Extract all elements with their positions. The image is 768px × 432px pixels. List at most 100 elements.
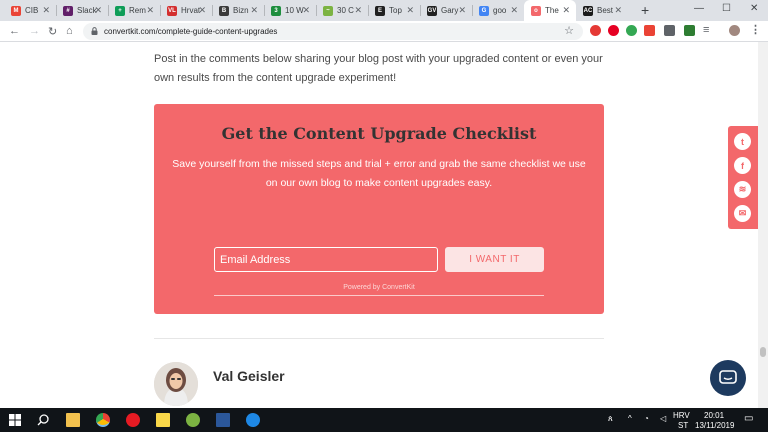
extension-icon[interactable] — [590, 25, 601, 36]
menu-icon[interactable]: ≡ — [703, 24, 709, 36]
extension-icon[interactable] — [684, 25, 695, 36]
windows-taskbar: ጰ ^ ◔ ◁ HRV ST 20:01 13/11/2019 ▭ — [0, 408, 768, 432]
home-icon[interactable]: ⌂ — [66, 25, 73, 37]
browser-tab[interactable]: 3 10 W ✕ — [264, 0, 316, 21]
language-layout[interactable]: ST — [678, 421, 688, 430]
scrollbar-thumb[interactable] — [760, 347, 766, 357]
network-icon[interactable]: ◔ — [644, 414, 649, 423]
chevron-up-icon[interactable]: ^ — [628, 414, 632, 423]
email-icon[interactable]: ✉ — [734, 205, 751, 222]
divider — [154, 338, 604, 339]
close-tab-icon[interactable]: ✕ — [354, 5, 362, 16]
pinterest-icon[interactable] — [608, 25, 619, 36]
browser-tab[interactable]: Ggoo ✕ — [472, 0, 524, 21]
tab-separator — [472, 5, 473, 16]
tab-favicon-icon: E — [375, 5, 385, 16]
tab-separator — [368, 5, 369, 16]
powered-by-link[interactable]: Powered by ConvertKit — [154, 284, 604, 291]
chat-launcher-button[interactable] — [710, 360, 746, 396]
minimize-button[interactable]: — — [694, 3, 704, 14]
browser-tab[interactable]: ~30 C ✕ — [316, 0, 368, 21]
tab-favicon-icon: 3 — [271, 5, 281, 16]
extension-icon[interactable] — [626, 25, 637, 36]
scrollbar[interactable] — [758, 42, 768, 408]
browser-tab[interactable]: E Top ✕ — [368, 0, 420, 21]
clock-date[interactable]: 13/11/2019 — [695, 421, 734, 430]
tab-favicon-icon: # — [63, 5, 73, 16]
more-options-icon[interactable]: ⋮ — [750, 23, 761, 36]
extension-icon[interactable] — [664, 25, 675, 36]
windows-start-icon[interactable] — [8, 413, 22, 427]
shield-icon[interactable] — [644, 25, 655, 36]
search-icon[interactable] — [36, 413, 50, 427]
forward-icon[interactable]: → — [29, 25, 40, 37]
tab-separator — [108, 5, 109, 16]
buffer-icon[interactable]: ≋ — [734, 181, 751, 198]
app-icon[interactable] — [246, 413, 260, 427]
tab-favicon-icon: VL — [167, 5, 177, 16]
browser-tab[interactable]: + Rem ✕ — [108, 0, 160, 21]
address-bar[interactable]: convertkit.com/complete-guide-content-up… — [83, 23, 583, 40]
close-tab-icon[interactable]: ✕ — [198, 5, 206, 16]
lock-icon — [91, 27, 98, 35]
browser-tab[interactable]: o The ✕ — [524, 0, 576, 21]
tab-favicon-icon: AC — [583, 5, 593, 16]
word-icon[interactable] — [216, 413, 230, 427]
browser-toolbar: ← → ↻ ⌂ convertkit.com/complete-guide-co… — [0, 21, 768, 42]
browser-tab[interactable]: VL Hrvat ✕ — [160, 0, 212, 21]
people-icon[interactable]: ጰ — [608, 414, 613, 424]
tab-favicon-icon: M — [11, 5, 21, 16]
optin-form: Get the Content Upgrade Checklist Save y… — [154, 104, 604, 314]
file-explorer-icon[interactable] — [66, 413, 80, 427]
close-tab-icon[interactable]: ✕ — [250, 5, 258, 16]
opera-icon[interactable] — [126, 413, 140, 427]
browser-tab[interactable]: M CIB ✕ — [4, 0, 56, 21]
close-tab-icon[interactable]: ✕ — [302, 5, 310, 16]
divider — [214, 295, 544, 296]
browser-tab-bar: M CIB ✕ # Slack ✕ + Rem ✕ VL Hrvat ✕ B Bizn ✕ 3 10 W ✕ ~30… — [0, 0, 768, 21]
facebook-icon[interactable]: f — [734, 157, 751, 174]
browser-tab[interactable]: # Slack ✕ — [56, 0, 108, 21]
language-indicator[interactable]: HRV — [673, 411, 690, 420]
optin-description: Save yourself from the missed steps and … — [172, 158, 586, 189]
tab-separator — [212, 5, 213, 16]
chat-icon — [719, 370, 737, 384]
browser-tab[interactable]: GV Gary ✕ — [420, 0, 472, 21]
clock-time[interactable]: 20:01 — [704, 411, 724, 420]
close-tab-icon[interactable]: ✕ — [510, 5, 518, 16]
profile-avatar[interactable] — [729, 25, 740, 36]
close-tab-icon[interactable]: ✕ — [406, 5, 414, 16]
tab-separator — [56, 5, 57, 16]
notifications-icon[interactable]: ▭ — [744, 413, 753, 424]
author-avatar — [154, 362, 198, 406]
new-tab-button[interactable]: + — [641, 2, 649, 18]
close-window-button[interactable]: ✕ — [750, 3, 758, 14]
close-tab-icon[interactable]: ✕ — [562, 5, 570, 16]
twitter-icon[interactable]: t — [734, 133, 751, 150]
close-tab-icon[interactable]: ✕ — [42, 5, 50, 16]
email-field[interactable] — [214, 247, 438, 272]
close-tab-icon[interactable]: ✕ — [458, 5, 466, 16]
volume-icon[interactable]: ◁ — [660, 414, 666, 423]
tab-separator — [316, 5, 317, 16]
reload-icon[interactable]: ↻ — [48, 25, 57, 38]
browser-tab[interactable]: AC Best ✕ — [576, 0, 628, 21]
close-tab-icon[interactable]: ✕ — [94, 5, 102, 16]
tab-favicon-icon: ~ — [323, 5, 333, 16]
chrome-icon[interactable] — [96, 413, 110, 427]
back-icon[interactable]: ← — [9, 25, 20, 37]
sticky-notes-icon[interactable] — [156, 413, 170, 427]
tab-favicon-icon: + — [115, 5, 125, 16]
close-tab-icon[interactable]: ✕ — [146, 5, 154, 16]
tab-favicon-icon: o — [531, 5, 541, 16]
tab-separator — [264, 5, 265, 16]
maximize-button[interactable]: ☐ — [722, 3, 731, 14]
submit-button[interactable]: I WANT IT — [445, 247, 544, 272]
close-tab-icon[interactable]: ✕ — [614, 5, 622, 16]
app-icon[interactable] — [186, 413, 200, 427]
url-text: convertkit.com/complete-guide-content-up… — [104, 27, 278, 36]
page-content: Post in the comments below sharing your … — [0, 42, 768, 408]
tab-favicon-icon: B — [219, 5, 229, 16]
browser-tab[interactable]: B Bizn ✕ — [212, 0, 264, 21]
bookmark-star-icon[interactable]: ☆ — [564, 24, 574, 37]
